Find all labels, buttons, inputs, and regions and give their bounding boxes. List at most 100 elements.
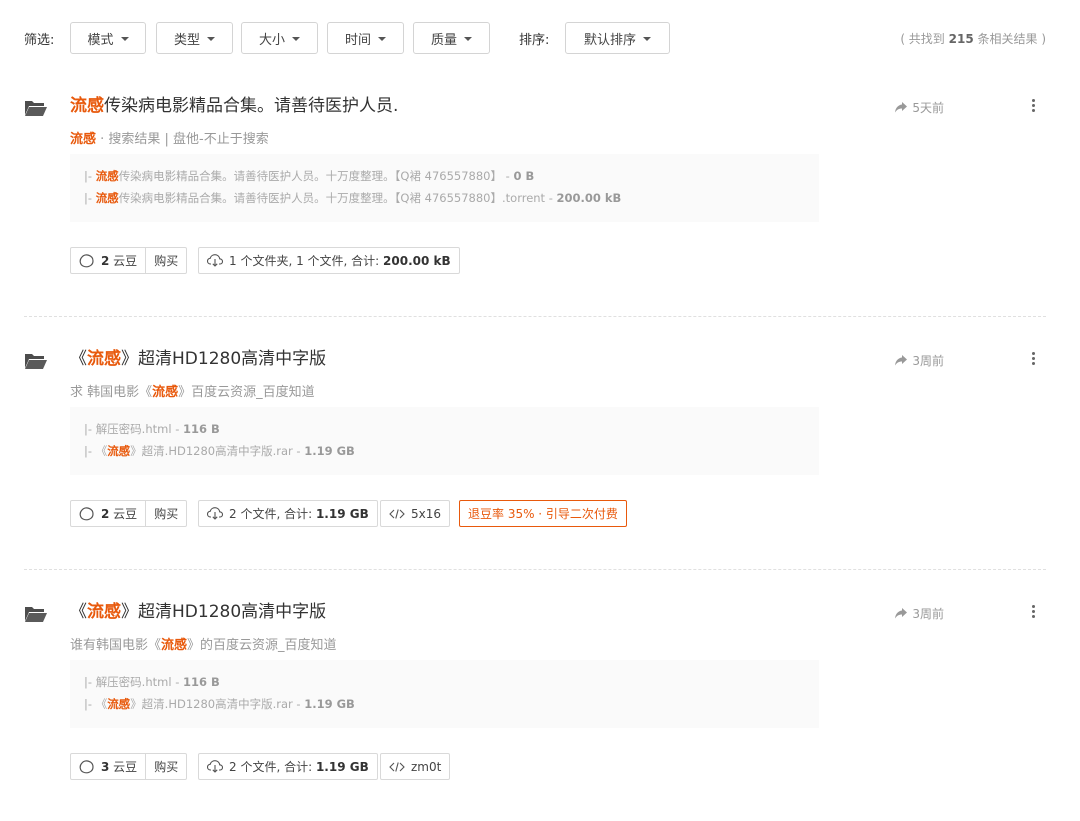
result-source: 求 韩国电影《流感》百度云资源_百度知道 (70, 381, 315, 400)
count-suffix: 条相关结果 ) (973, 32, 1047, 46)
dropdown-label: 时间 (344, 32, 371, 48)
refund-rate-badge: 退豆率 35% · 引导二次付费 (459, 500, 627, 527)
count-value: 215 (948, 32, 974, 46)
file-info-pill: 1 个文件夹, 1 个文件, 合计: 200.00 kB (198, 247, 460, 274)
sort-dropdown[interactable]: 默认排序 (565, 22, 670, 54)
result-item: 流感传染病电影精品合集。请善待医护人员. 5天前 流感 · 搜索结果 | 盘他-… (24, 95, 1046, 348)
bean-icon (79, 759, 94, 773)
source-text: 谁有韩国电影《 (70, 638, 162, 653)
folder-open-icon (25, 607, 47, 622)
buy-button[interactable]: 购买 (146, 248, 186, 273)
file-highlight: 流感 (95, 191, 119, 205)
dropdown-label: 类型 (173, 32, 200, 48)
file-prefix: |- (84, 191, 96, 205)
filter-type-dropdown[interactable]: 类型 (156, 22, 233, 54)
cloud-download-icon (207, 507, 223, 520)
filter-time-dropdown[interactable]: 时间 (327, 22, 404, 54)
time-text: 5天前 (912, 101, 944, 115)
code-icon (389, 761, 405, 772)
result-time: 3周前 (895, 352, 944, 369)
file-size: 1.19 GB (304, 697, 355, 711)
file-text: 》超清.HD1280高清中字版.rar - (130, 697, 305, 711)
file-info-size: 1.19 GB (315, 507, 369, 521)
file-list: |- 解压密码.html - 116 B |- 《流感》超清.HD1280高清中… (70, 660, 819, 728)
result-title[interactable]: 流感传染病电影精品合集。请善待医护人员. (70, 95, 398, 117)
file-entry: |- 流感传染病电影精品合集。请善待医护人员。十万度整理。【Q裙 4765578… (84, 190, 819, 212)
title-text: 传染病电影精品合集。请善待医护人员. (104, 96, 399, 116)
title-highlight: 流感 (87, 349, 121, 369)
dropdown-label: 质量 (430, 32, 457, 48)
more-options-icon[interactable] (1032, 605, 1036, 619)
source-text: 》的百度云资源_百度知道 (187, 638, 337, 653)
file-info-size: 1.19 GB (315, 760, 369, 774)
share-icon (895, 355, 908, 366)
file-size: 116 B (183, 422, 220, 436)
folder-open-icon (25, 354, 47, 369)
file-info-text: 2 个文件, 合计: (229, 760, 316, 774)
share-icon (895, 608, 908, 619)
result-title[interactable]: 《流感》超清HD1280高清中字版 (70, 601, 326, 623)
filter-mode-dropdown[interactable]: 模式 (70, 22, 146, 54)
file-list: |- 解压密码.html - 116 B |- 《流感》超清.HD1280高清中… (70, 407, 819, 475)
caret-down-icon (292, 37, 300, 41)
filter-label: 筛选: (24, 33, 55, 48)
title-highlight: 流感 (70, 96, 104, 116)
file-text: 《 (95, 444, 108, 458)
extract-code-pill: zm0t (380, 753, 451, 780)
extract-code: 5x16 (411, 506, 442, 521)
title-text: 《 (70, 349, 87, 369)
file-entry: |- 解压密码.html - 116 B (84, 421, 819, 443)
sort-label: 排序: (519, 33, 550, 48)
extract-code: zm0t (411, 759, 442, 774)
more-options-icon[interactable] (1032, 352, 1036, 366)
share-icon (895, 102, 908, 113)
file-text: 传染病电影精品合集。请善待医护人员。十万度整理。【Q裙 476557880】 - (118, 169, 514, 183)
title-text: 《 (70, 602, 87, 622)
file-text: 》超清.HD1280高清中字版.rar - (130, 444, 305, 458)
result-source: 流感 · 搜索结果 | 盘他-不止于搜索 (70, 128, 269, 147)
file-prefix: |- (84, 422, 96, 436)
file-text: 解压密码.html - (95, 675, 183, 689)
bean-price: 3 云豆 (71, 754, 147, 779)
title-text: 》超清HD1280高清中字版 (121, 349, 327, 369)
dropdown-label: 模式 (87, 32, 114, 48)
result-source: 谁有韩国电影《流感》的百度云资源_百度知道 (70, 634, 337, 653)
count-prefix: ( 共找到 (900, 32, 949, 46)
caret-down-icon (464, 37, 472, 41)
price-pill: 2 云豆 购买 (70, 500, 188, 527)
filter-size-dropdown[interactable]: 大小 (241, 22, 318, 54)
file-prefix: |- (84, 697, 96, 711)
result-title[interactable]: 《流感》超清HD1280高清中字版 (70, 348, 326, 370)
bean-unit: 云豆 (109, 254, 138, 268)
bean-price: 2 云豆 (71, 248, 147, 273)
buy-button[interactable]: 购买 (146, 754, 186, 779)
dropdown-label: 大小 (258, 32, 285, 48)
bean-price: 2 云豆 (71, 501, 147, 526)
file-entry: |- 《流感》超清.HD1280高清中字版.rar - 1.19 GB (84, 696, 819, 718)
file-size: 200.00 kB (556, 191, 622, 205)
filter-quality-dropdown[interactable]: 质量 (413, 22, 490, 54)
filter-bar: 筛选: 模式 类型 大小 时间 质量 排序: 默认排序 ( 共找到 215 条相… (24, 22, 1046, 54)
result-item: 《流感》超清HD1280高清中字版 3周前 求 韩国电影《流感》百度云资源_百度… (24, 348, 1046, 601)
bean-unit: 云豆 (109, 760, 138, 774)
more-options-icon[interactable] (1032, 99, 1036, 113)
file-size: 1.19 GB (304, 444, 355, 458)
file-list: |- 流感传染病电影精品合集。请善待医护人员。十万度整理。【Q裙 4765578… (70, 154, 819, 222)
price-pill: 3 云豆 购买 (70, 753, 188, 780)
file-prefix: |- (84, 444, 96, 458)
file-highlight: 流感 (107, 697, 131, 711)
caret-down-icon (643, 37, 651, 41)
folder-open-icon (25, 101, 47, 116)
time-text: 3周前 (912, 607, 944, 621)
buy-button[interactable]: 购买 (146, 501, 186, 526)
caret-down-icon (120, 37, 129, 41)
file-info-text: 2 个文件, 合计: (229, 507, 316, 521)
caret-down-icon (378, 37, 386, 41)
extract-code-pill: 5x16 (380, 500, 451, 527)
file-highlight: 流感 (95, 169, 119, 183)
dropdown-label: 默认排序 (583, 32, 636, 48)
result-item: 《流感》超清HD1280高清中字版 3周前 谁有韩国电影《流感》的百度云资源_百… (24, 601, 1046, 821)
source-text: · 搜索结果 | 盘他-不止于搜索 (96, 132, 269, 147)
cloud-download-icon (207, 254, 223, 267)
file-text: 传染病电影精品合集。请善待医护人员。十万度整理。【Q裙 476557880】.t… (118, 191, 557, 205)
